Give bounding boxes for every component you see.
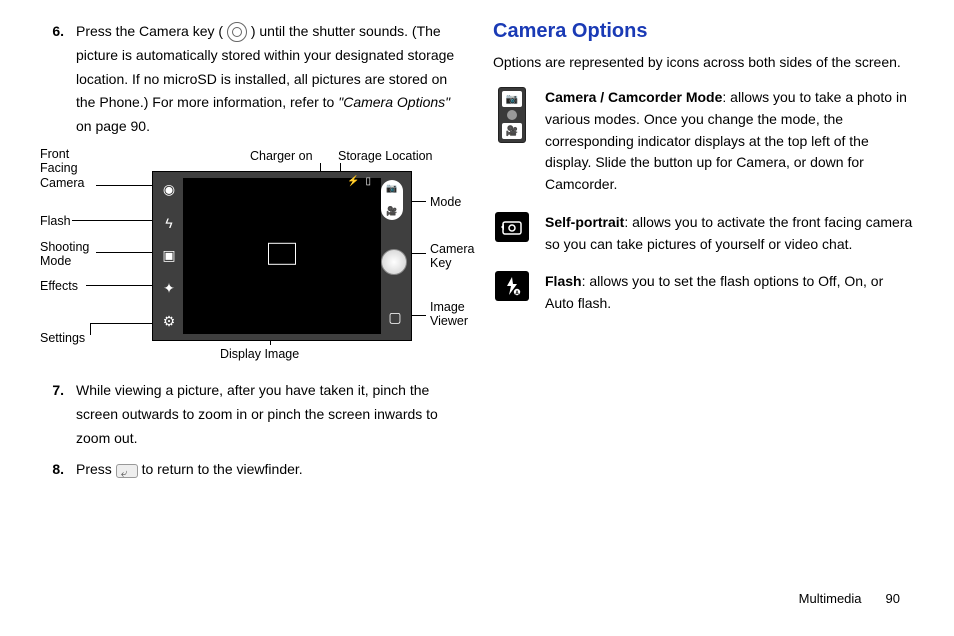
page-footer: Multimedia 90 xyxy=(799,591,900,606)
effects-icon: ✦ xyxy=(155,275,183,303)
option-flash: A Flash: allows you to set the flash opt… xyxy=(493,271,914,314)
camera-screen: ⚡ ▯ ◉ ϟ ▣ ✦ ⚙ 📷 🎥 ▢ xyxy=(152,171,412,341)
step-7: 7. While viewing a picture, after you ha… xyxy=(40,379,461,450)
settings-icon: ⚙ xyxy=(155,308,183,336)
label-image-viewer: Image Viewer xyxy=(430,300,480,329)
step-text: Press the Camera key ( ) until the shutt… xyxy=(76,20,461,139)
option-title: Flash xyxy=(545,273,582,289)
label-mode: Mode xyxy=(430,195,461,209)
option-self-portrait: Self-portrait: allows you to activate th… xyxy=(493,212,914,255)
option-icon: 📷 🎥 xyxy=(493,87,531,195)
step-number: 8. xyxy=(40,458,76,482)
label-effects: Effects xyxy=(40,279,78,293)
camera-diagram: Front Facing Camera Flash Shooting Mode … xyxy=(40,147,461,367)
step-number: 7. xyxy=(40,379,76,450)
self-portrait-icon xyxy=(495,212,529,242)
left-toolbar: ◉ ϟ ▣ ✦ ⚙ xyxy=(155,176,183,336)
right-column: Camera Options Options are represented b… xyxy=(493,20,914,490)
shooting-mode-icon: ▣ xyxy=(155,242,183,270)
option-icon xyxy=(493,212,531,255)
intro-text: Options are represented by icons across … xyxy=(493,51,914,73)
mode-toggle-icon: 📷 🎥 xyxy=(498,87,526,143)
option-camera-mode: 📷 🎥 Camera / Camcorder Mode: allows you … xyxy=(493,87,914,195)
label-display-image: Display Image xyxy=(220,347,299,361)
option-text: Flash: allows you to set the flash optio… xyxy=(545,271,914,314)
option-text: Self-portrait: allows you to activate th… xyxy=(545,212,914,255)
option-title: Self-portrait xyxy=(545,214,624,230)
option-title: Camera / Camcorder Mode xyxy=(545,89,722,105)
label-camera-key: Camera Key xyxy=(430,242,485,271)
step-6: 6. Press the Camera key ( ) until the sh… xyxy=(40,20,461,139)
self-portrait-icon: ◉ xyxy=(155,176,183,204)
text: to return to the viewfinder. xyxy=(142,461,303,477)
step-text: Press to return to the viewfinder. xyxy=(76,458,461,482)
focus-indicator xyxy=(268,243,296,265)
camera-key-icon xyxy=(227,22,247,42)
step-8: 8. Press to return to the viewfinder. xyxy=(40,458,461,482)
status-icons: ⚡ ▯ xyxy=(347,176,371,187)
right-toolbar: 📷 🎥 ▢ xyxy=(381,180,409,332)
label-storage-location: Storage Location xyxy=(338,149,433,163)
shutter-button xyxy=(381,249,407,275)
section-heading: Camera Options xyxy=(493,20,914,43)
flash-icon: A xyxy=(495,271,529,301)
gallery-icon: ▢ xyxy=(381,304,409,332)
option-text: Camera / Camcorder Mode: allows you to t… xyxy=(545,87,914,195)
slider-dot xyxy=(507,110,517,120)
text: Press the Camera key ( xyxy=(76,23,223,39)
label-settings: Settings xyxy=(40,331,85,345)
label-charger-on: Charger on xyxy=(250,149,313,163)
label-front-facing: Front Facing Camera xyxy=(40,147,96,190)
flash-icon: ϟ xyxy=(155,209,183,237)
svg-text:A: A xyxy=(515,291,519,297)
viewfinder xyxy=(183,178,381,334)
video-mode-icon: 🎥 xyxy=(386,206,397,217)
footer-section: Multimedia xyxy=(799,591,862,606)
camcorder-icon: 🎥 xyxy=(502,123,522,139)
footer-page: 90 xyxy=(886,591,900,606)
mode-slider: 📷 🎥 xyxy=(381,180,403,220)
step-text: While viewing a picture, after you have … xyxy=(76,379,461,450)
back-icon xyxy=(116,464,138,478)
label-shooting-mode: Shooting Mode xyxy=(40,240,100,269)
option-desc: : allows you to set the flash options to… xyxy=(545,273,883,311)
text-italic: "Camera Options" xyxy=(338,94,450,110)
left-column: 6. Press the Camera key ( ) until the sh… xyxy=(40,20,461,490)
text: on page 90. xyxy=(76,118,150,134)
text: Press xyxy=(76,461,116,477)
charger-icon: ⚡ xyxy=(347,176,359,187)
option-icon: A xyxy=(493,271,531,314)
camera-icon: 📷 xyxy=(502,91,522,107)
step-number: 6. xyxy=(40,20,76,139)
label-flash: Flash xyxy=(40,214,71,228)
camera-mode-icon: 📷 xyxy=(386,183,397,194)
storage-icon: ▯ xyxy=(365,176,371,187)
